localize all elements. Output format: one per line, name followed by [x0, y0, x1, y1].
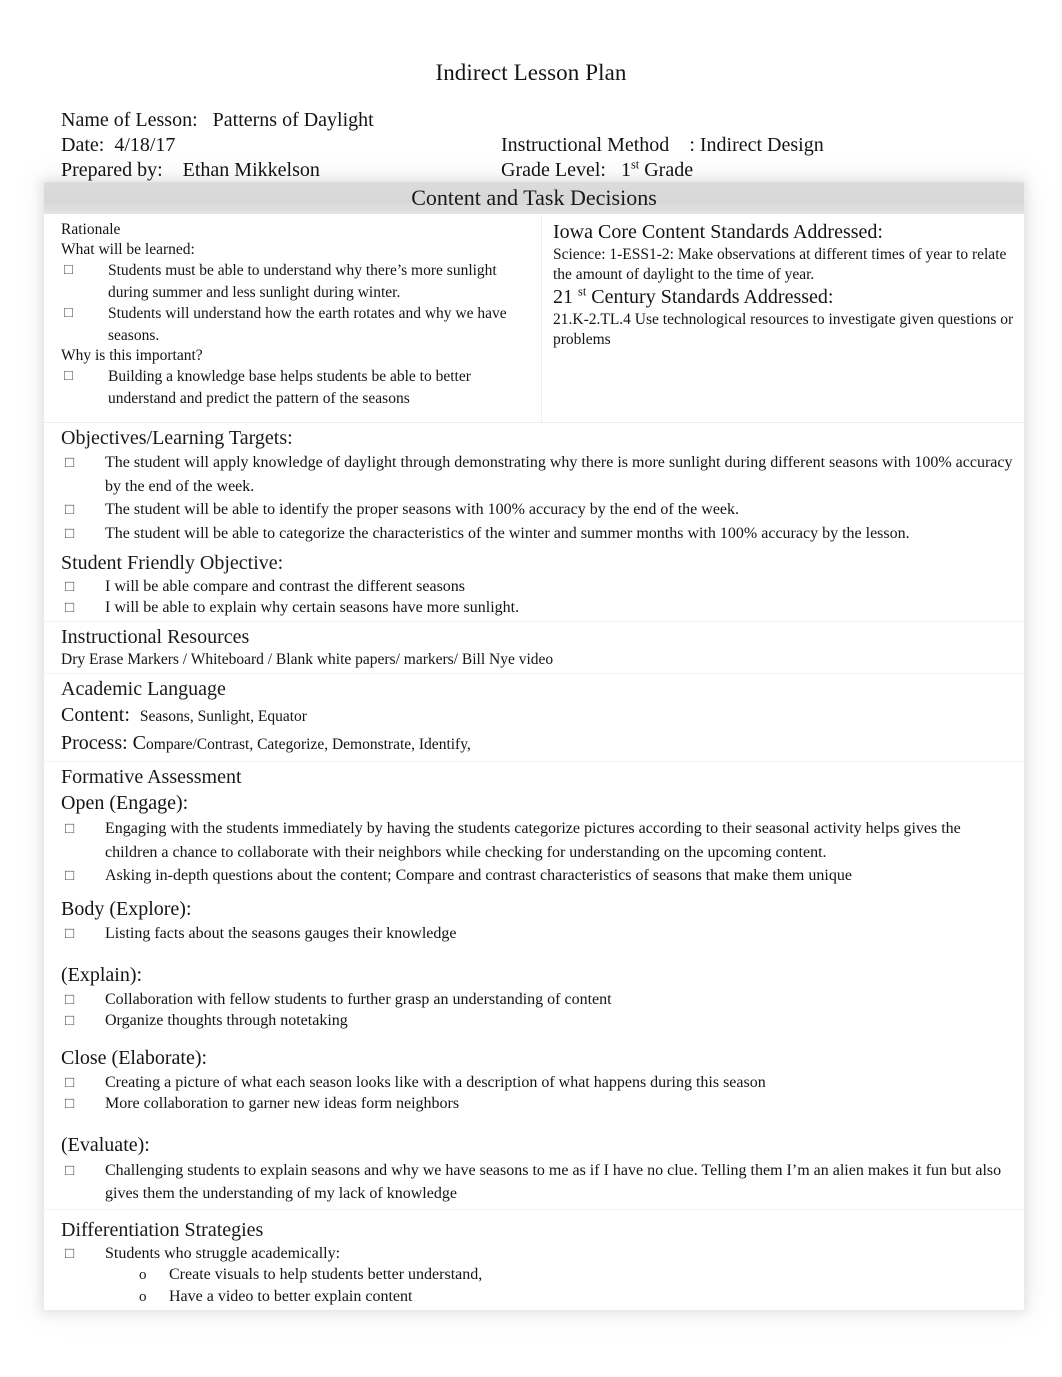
grade-ordinal-suffix: st: [630, 157, 640, 172]
rationale-what-list: Students must be able to understand why …: [61, 260, 533, 346]
century-ordinal-suffix: st: [578, 284, 587, 299]
list-item: Create visuals to help students better u…: [61, 1264, 1014, 1286]
lesson-name-label: Name of Lesson:: [61, 109, 198, 132]
lesson-name-value: Patterns of Daylight: [212, 109, 374, 132]
meta-row-prepared: Prepared by: Ethan Mikkelson Grade Level…: [61, 158, 1001, 183]
differentiation-strategies-heading: Differentiation Strategies: [61, 1218, 264, 1241]
close-elaborate-heading: Close (Elaborate):: [61, 1046, 208, 1069]
close-elaborate-list: Creating a picture of what each season l…: [61, 1072, 1014, 1114]
method-value: : Indirect Design: [689, 134, 824, 157]
objectives-heading: Objectives/Learning Targets:: [61, 427, 293, 449]
rationale-heading: Rationale: [61, 221, 121, 238]
grade-label: Grade Level:: [501, 159, 606, 182]
list-item: Listing facts about the seasons gauges t…: [61, 923, 1014, 944]
method-line: Instructional Method : Indirect Design: [501, 133, 981, 158]
instructional-resources-text: Dry Erase Markers / Whiteboard / Blank w…: [61, 651, 554, 668]
formative-assessment-section: Formative Assessment Open (Engage): Enga…: [44, 762, 1024, 1209]
formative-assessment-heading: Formative Assessment: [61, 766, 242, 788]
academic-language-content-line: Content: Seasons, Sunlight, Equator: [61, 702, 1014, 730]
list-item: I will be able to explain why certain se…: [61, 597, 1014, 618]
grade-line: Grade Level: 1st Grade: [501, 158, 981, 183]
list-item: Students must be able to understand why …: [61, 260, 533, 303]
date-line: Date: 4/18/17: [61, 133, 501, 158]
iowa-standards-text: Science: 1-ESS1-2: Make observations at …: [553, 246, 1007, 283]
instructional-resources-section: Instructional Resources Dry Erase Marker…: [44, 622, 1024, 674]
prepared-label: Prepared by:: [61, 159, 163, 182]
process-drop-cap: C: [132, 732, 147, 754]
date-label: Date:: [61, 134, 105, 157]
prepared-line: Prepared by: Ethan Mikkelson: [61, 158, 501, 183]
why-important-label: Why is this important?: [61, 347, 203, 364]
list-item: The student will apply knowledge of dayl…: [61, 451, 1014, 498]
open-engage-list: Engaging with the students immediately b…: [61, 817, 1014, 888]
standards-cell: Iowa Core Content Standards Addressed: S…: [542, 214, 1024, 422]
explain-list: Collaboration with fellow students to fu…: [61, 989, 1014, 1031]
lesson-name-line: Name of Lesson: Patterns of Daylight: [61, 108, 501, 133]
page-title: Indirect Lesson Plan: [435, 60, 627, 85]
list-item: I will be able compare and contrast the …: [61, 576, 1014, 597]
student-friendly-objective-list: I will be able compare and contrast the …: [61, 576, 1014, 618]
rationale-why-list: Building a knowledge base helps students…: [61, 366, 533, 409]
century-standards-text: 21.K-2.TL.4 Use technological resources …: [553, 311, 1014, 348]
body-explore-list: Listing facts about the seasons gauges t…: [61, 923, 1014, 944]
academic-language-heading: Academic Language: [61, 678, 226, 700]
lesson-plan-sheet: Content and Task Decisions Rationale Wha…: [44, 182, 1024, 1310]
meta-row-date: Date: 4/18/17 Instructional Method : Ind…: [61, 133, 1001, 158]
iowa-standards-heading: Iowa Core Content Standards Addressed:: [553, 221, 883, 243]
list-item: Creating a picture of what each season l…: [61, 1072, 1014, 1093]
century-heading-rest: Century Standards Addressed:: [591, 286, 834, 308]
grade-number: 1: [620, 159, 631, 182]
lesson-meta-block: Name of Lesson: Patterns of Daylight Dat…: [61, 108, 1001, 183]
list-item: Challenging students to explain seasons …: [61, 1159, 1014, 1206]
evaluate-list: Challenging students to explain seasons …: [61, 1159, 1014, 1206]
objectives-list: The student will apply knowledge of dayl…: [61, 451, 1014, 545]
student-friendly-objective-heading: Student Friendly Objective:: [61, 552, 284, 574]
rationale-cell: Rationale What will be learned: Students…: [44, 214, 542, 422]
list-item: Have a video to better explain content: [61, 1286, 1014, 1308]
grade-word: Grade: [644, 159, 694, 182]
list-item: Students will understand how the earth r…: [61, 303, 533, 346]
method-label: Instructional Method: [501, 134, 670, 157]
differentiation-strategies-section: Differentiation Strategies Students who …: [44, 1208, 1024, 1311]
academic-language-section: Academic Language Content: Seasons, Sunl…: [44, 674, 1024, 762]
list-item: Collaboration with fellow students to fu…: [61, 989, 1014, 1010]
date-value: 4/18/17: [114, 134, 176, 157]
explain-heading: (Explain):: [61, 963, 143, 986]
list-item: The student will be able to identify the…: [61, 498, 1014, 522]
instructional-resources-heading: Instructional Resources: [61, 626, 250, 648]
list-item: The student will be able to categorize t…: [61, 522, 1014, 546]
century-number: 21: [553, 286, 573, 308]
meta-row-name: Name of Lesson: Patterns of Daylight: [61, 108, 1001, 133]
prepared-value: Ethan Mikkelson: [182, 159, 320, 182]
content-task-decisions-banner: Content and Task Decisions: [44, 182, 1024, 214]
academic-language-process-line: Process: Compare/Contrast, Categorize, D…: [61, 730, 1014, 758]
objectives-section: Objectives/Learning Targets: The student…: [44, 423, 1024, 548]
list-item: Building a knowledge base helps students…: [61, 366, 533, 409]
what-will-be-learned-label: What will be learned:: [61, 241, 195, 258]
content-value: Seasons, Sunlight, Equator: [139, 708, 307, 725]
differentiation-sub-list: Create visuals to help students better u…: [61, 1264, 1014, 1308]
student-friendly-objective-section: Student Friendly Objective: I will be ab…: [44, 548, 1024, 622]
content-task-table: Rationale What will be learned: Students…: [44, 214, 1024, 423]
process-value: ompare/Contrast, Categorize, Demonstrate…: [146, 736, 471, 753]
open-engage-heading: Open (Engage):: [61, 792, 189, 814]
list-item: Organize thoughts through notetaking: [61, 1010, 1014, 1031]
list-item: Students who struggle academically:: [61, 1243, 1014, 1264]
list-item: More collaboration to garner new ideas f…: [61, 1093, 1014, 1114]
list-item: Asking in-depth questions about the cont…: [61, 864, 1014, 888]
body-explore-heading: Body (Explore):: [61, 897, 192, 920]
evaluate-heading: (Evaluate):: [61, 1133, 150, 1156]
century-standards-heading: 21 st Century Standards Addressed:: [553, 285, 1014, 310]
process-label: Process:: [61, 732, 128, 754]
differentiation-list: Students who struggle academically:: [61, 1243, 1014, 1264]
list-item: Engaging with the students immediately b…: [61, 817, 1014, 864]
content-label: Content:: [61, 704, 130, 726]
